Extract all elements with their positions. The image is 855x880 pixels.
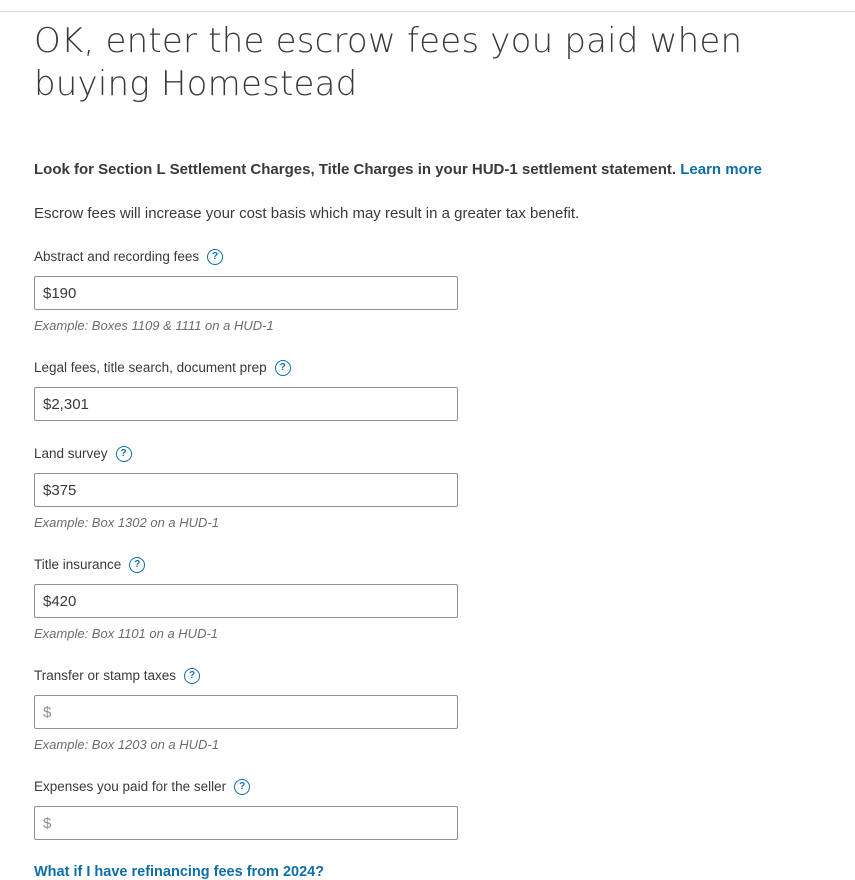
top-divider <box>0 11 855 12</box>
learn-more-link[interactable]: Learn more <box>680 161 762 178</box>
field-example: Example: Box 1203 on a HUD-1 <box>34 737 219 752</box>
field-legal-fees: Legal fees, title search, document prep … <box>34 359 464 421</box>
page-title: OK, enter the escrow fees you paid when … <box>34 21 743 104</box>
field-label: Expenses you paid for the seller ? <box>34 778 464 796</box>
field-example: Example: Box 1101 on a HUD-1 <box>34 626 219 641</box>
field-seller-expenses: Expenses you paid for the seller ? $ <box>34 778 464 840</box>
help-icon[interactable]: ? <box>207 249 224 265</box>
field-land-survey: Land survey ? $375 Example: Box 1302 on … <box>34 445 464 530</box>
abstract-recording-fees-input[interactable]: $190 <box>34 276 458 310</box>
field-label-text: Expenses you paid for the seller <box>34 779 227 794</box>
title-insurance-input[interactable]: $420 <box>34 584 458 618</box>
field-label-text: Abstract and recording fees <box>34 249 200 264</box>
instruction-text: Look for Section L Settlement Charges, T… <box>34 161 762 178</box>
look-for-text: Look for Section L Settlement Charges, T… <box>34 161 677 178</box>
help-icon[interactable]: ? <box>184 668 201 684</box>
main-content: OK, enter the escrow fees you paid when … <box>34 20 834 880</box>
field-abstract-recording-fees: Abstract and recording fees ? $190 Examp… <box>34 248 464 333</box>
help-icon[interactable]: ? <box>115 446 132 462</box>
land-survey-input[interactable]: $375 <box>34 473 458 507</box>
field-label-text: Legal fees, title search, document prep <box>34 360 267 375</box>
field-label: Title insurance ? <box>34 556 464 574</box>
field-label-text: Transfer or stamp taxes <box>34 668 177 683</box>
field-label: Transfer or stamp taxes ? <box>34 667 464 685</box>
field-transfer-stamp-taxes: Transfer or stamp taxes ? $ Example: Box… <box>34 667 464 752</box>
refinancing-fees-link[interactable]: What if I have refinancing fees from 202… <box>34 864 324 880</box>
field-label: Land survey ? <box>34 445 464 463</box>
seller-expenses-input[interactable]: $ <box>34 806 458 840</box>
field-label-text: Land survey <box>34 446 108 461</box>
field-label-text: Title insurance <box>34 557 122 572</box>
transfer-stamp-taxes-input[interactable]: $ <box>34 695 458 729</box>
help-icon[interactable]: ? <box>234 779 251 795</box>
intro-text: Escrow fees will increase your cost basi… <box>34 205 580 222</box>
field-example: Example: Boxes 1109 & 1111 on a HUD-1 <box>34 318 274 333</box>
field-label: Abstract and recording fees ? <box>34 248 464 266</box>
legal-fees-input[interactable]: $2,301 <box>34 387 458 421</box>
field-title-insurance: Title insurance ? $420 Example: Box 1101… <box>34 556 464 641</box>
field-label: Legal fees, title search, document prep … <box>34 359 464 377</box>
help-icon[interactable]: ? <box>129 557 146 573</box>
help-icon[interactable]: ? <box>274 360 291 376</box>
field-example: Example: Box 1302 on a HUD-1 <box>34 515 219 530</box>
